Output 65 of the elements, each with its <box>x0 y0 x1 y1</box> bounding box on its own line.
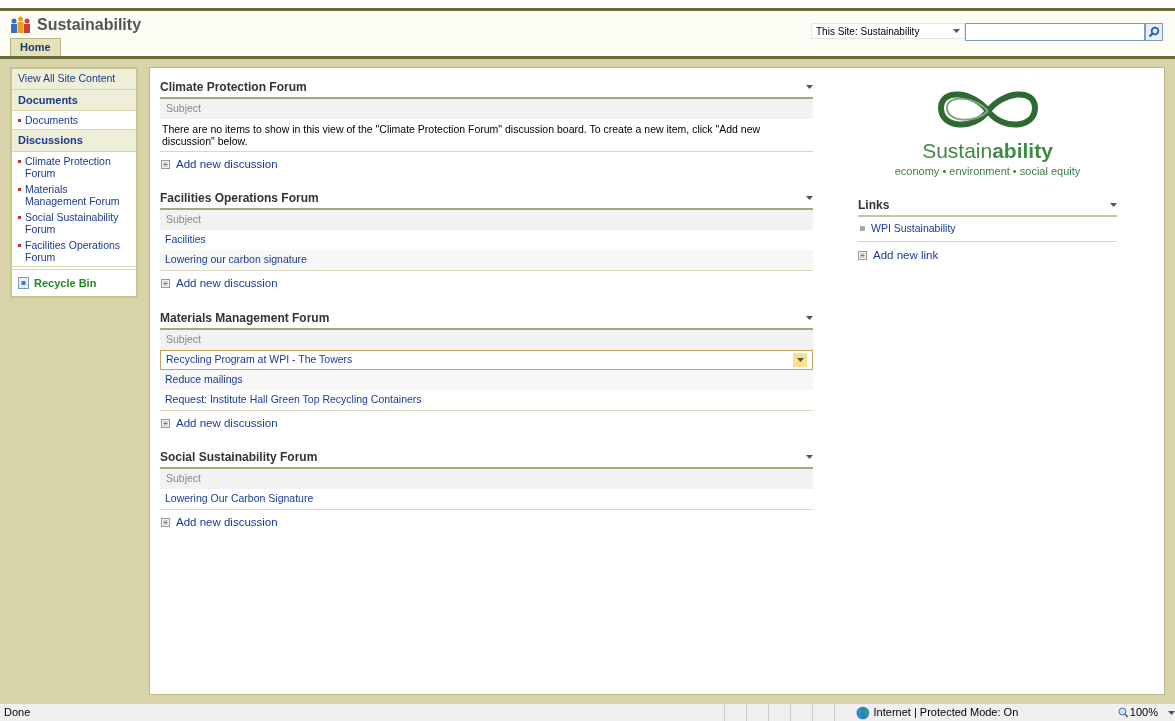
discussion-link[interactable]: Reduce mailings <box>165 371 243 388</box>
bullet-icon <box>18 159 21 163</box>
nav-section-heading[interactable]: Documents <box>12 89 136 112</box>
discussion-link[interactable]: Lowering Our Carbon Signature <box>165 490 314 507</box>
add-new-discussion-link[interactable]: Add new discussion <box>176 513 278 531</box>
zoom-icon <box>1118 707 1129 718</box>
add-new-discussion-link[interactable]: Add new discussion <box>176 156 278 174</box>
globe-icon <box>855 705 870 720</box>
new-item-icon <box>858 250 867 260</box>
recycle-bin-icon <box>18 277 29 289</box>
security-zone-text: Internet | Protected Mode: On <box>873 705 1020 721</box>
logo-wordmark: Sustainability <box>922 140 1053 161</box>
bullet-icon <box>18 215 21 219</box>
nav-link[interactable]: Documents <box>25 114 79 127</box>
search-button[interactable] <box>1145 23 1163 41</box>
nav-link[interactable]: Facilities Operations Forum <box>25 238 130 263</box>
search-field[interactable] <box>965 23 1145 41</box>
dropdown-caret-icon[interactable] <box>953 29 960 33</box>
dropdown-caret-icon[interactable] <box>1168 710 1175 715</box>
discussion-link[interactable]: Recycling Program at WPI - The Towers <box>166 351 353 368</box>
discussion-link[interactable]: Lowering our carbon signature <box>165 252 307 269</box>
caret-icon[interactable] <box>796 357 804 362</box>
new-item-icon <box>161 160 170 170</box>
nav-tab[interactable]: Home <box>10 38 61 56</box>
site-title[interactable]: Sustainability <box>37 13 142 37</box>
web-part-title: Facilities Operations Forum <box>160 190 319 208</box>
link-item[interactable]: WPI Sustainability <box>871 220 956 237</box>
discussion-link[interactable]: Facilities <box>165 232 206 249</box>
caret-icon[interactable] <box>806 315 813 320</box>
caret-icon[interactable] <box>806 85 813 89</box>
add-new-link[interactable]: Add new link <box>873 246 939 264</box>
discussion-link[interactable]: Request: Institute Hall Green Top Recycling Containers <box>165 391 422 408</box>
search-icon <box>1148 26 1160 38</box>
empty-list-message: There are no items to show in this view of the "Climate Protection Forum" discussion board. To create a new item, click "Add new discussion" below. <box>161 122 762 149</box>
nav-link[interactable]: Climate Protection Forum <box>25 154 130 179</box>
bullet-icon <box>860 226 865 231</box>
web-part-title: Links <box>858 196 890 214</box>
new-item-icon <box>161 418 170 428</box>
add-new-discussion-link[interactable]: Add new discussion <box>176 275 278 293</box>
new-item-icon <box>161 279 170 289</box>
search-scope-dropdown[interactable]: This Site: Sustainability <box>811 23 965 39</box>
status-text: Done <box>3 705 32 721</box>
logo-tagline: economy • environment • social equity <box>894 164 1081 179</box>
discussion-row[interactable]: Reduce mailings <box>160 369 813 390</box>
nav-link[interactable]: Materials Management Forum <box>25 182 130 207</box>
recycle-bin-link[interactable]: Recycle Bin <box>34 274 97 292</box>
item-menu-button[interactable] <box>793 352 807 367</box>
web-part-title: Materials Management Forum <box>160 309 330 327</box>
caret-icon[interactable] <box>806 454 813 459</box>
zoom-level-button[interactable]: 100% <box>1129 704 1175 721</box>
bullet-icon <box>18 119 21 123</box>
bullet-icon <box>18 243 21 247</box>
people-logo-icon <box>10 16 31 34</box>
web-part-title: Climate Protection Forum <box>160 79 307 96</box>
add-new-discussion-link[interactable]: Add new discussion <box>176 414 278 432</box>
nav-section-heading[interactable]: Discussions <box>12 130 136 152</box>
discussion-row[interactable]: Lowering our carbon signature <box>160 250 813 271</box>
view-all-link[interactable]: View All Site Content <box>12 69 136 90</box>
caret-icon[interactable] <box>1110 202 1117 207</box>
bullet-icon <box>18 187 21 191</box>
caret-icon[interactable] <box>806 196 813 201</box>
web-part-title: Social Sustainability Forum <box>160 448 318 466</box>
nav-link[interactable]: Social Sustainability Forum <box>25 210 130 235</box>
new-item-icon <box>161 517 170 527</box>
discussion-row[interactable]: Recycling Program at WPI - The Towers <box>160 349 813 370</box>
